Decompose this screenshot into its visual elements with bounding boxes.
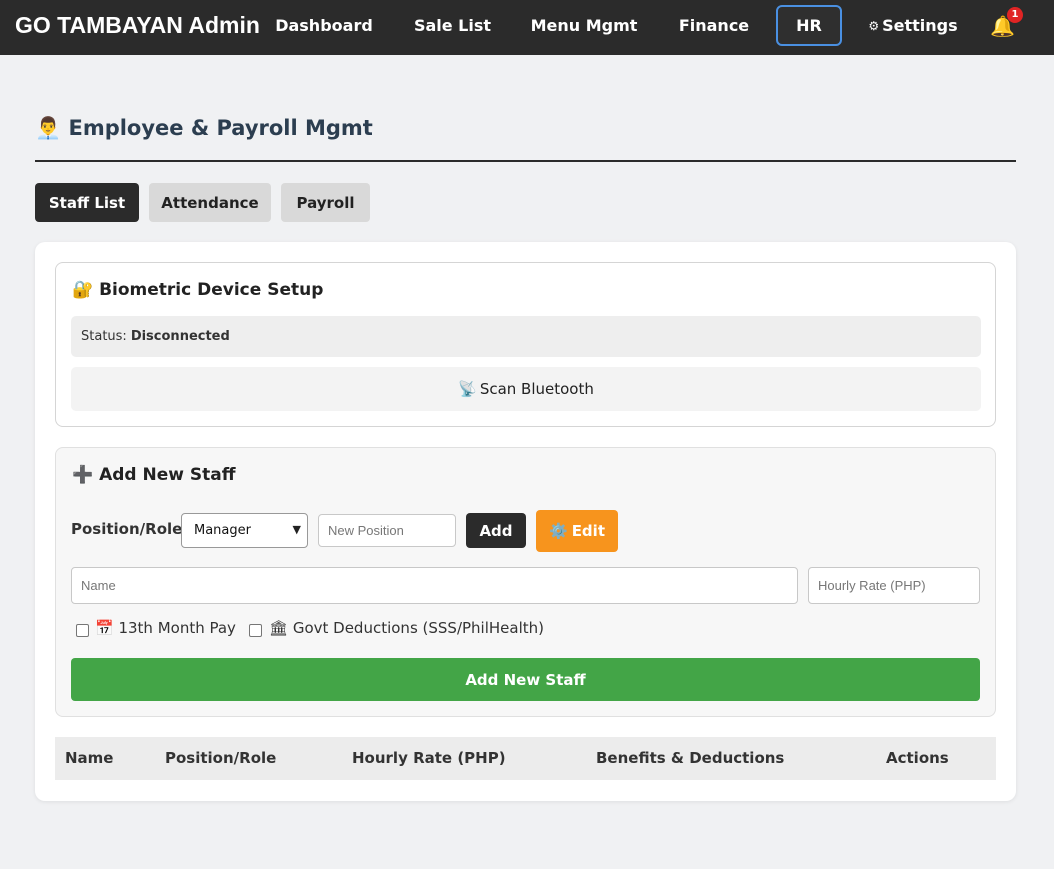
staff-card: 🔐 Biometric Device Setup Status: Disconn…	[35, 242, 1016, 801]
page-title: 👨‍💼 Employee & Payroll Mgmt	[35, 116, 373, 141]
government-building-icon: 🏛	[269, 619, 289, 637]
thirteenth-month-checkbox[interactable]	[76, 624, 89, 637]
biometric-title-text: Biometric Device Setup	[99, 280, 324, 300]
column-header-name[interactable]: Name	[65, 749, 113, 767]
nav-finance[interactable]: Finance	[670, 5, 758, 46]
column-header-hourly-rate[interactable]: Hourly Rate (PHP)	[352, 749, 506, 767]
add-position-button[interactable]: Add	[466, 513, 526, 548]
add-staff-section: ➕ Add New Staff Position/Role: Manager ▼…	[55, 447, 996, 717]
position-select[interactable]: Manager ▼	[181, 513, 308, 548]
thirteenth-month-text: 13th Month Pay	[118, 619, 236, 637]
add-staff-title-text: Add New Staff	[99, 465, 236, 485]
tab-payroll[interactable]: Payroll	[281, 183, 370, 222]
page-title-text: Employee & Payroll Mgmt	[68, 116, 373, 140]
satellite-icon: 📡	[458, 380, 477, 398]
notification-badge: 1	[1007, 7, 1023, 23]
chevron-down-icon: ▼	[292, 523, 301, 536]
lock-icon: 🔐	[72, 280, 94, 300]
staff-table-header: Name Position/Role Hourly Rate (PHP) Ben…	[55, 737, 996, 780]
notification-button[interactable]: 🔔 1	[990, 7, 1023, 42]
scan-bluetooth-button[interactable]: 📡 Scan Bluetooth	[71, 367, 981, 411]
new-position-input[interactable]: New Position	[318, 514, 456, 547]
nav-hr[interactable]: HR	[776, 5, 842, 46]
manager-icon: 👨‍💼	[35, 116, 62, 140]
edit-positions-button[interactable]: ⚙️ Edit	[536, 510, 618, 552]
add-new-staff-button[interactable]: Add New Staff	[71, 658, 980, 701]
govt-deductions-text: Govt Deductions (SSS/PhilHealth)	[292, 619, 544, 637]
status-value: Disconnected	[130, 329, 230, 344]
govt-deductions-label[interactable]: 🏛 Govt Deductions (SSS/PhilHealth)	[269, 619, 544, 637]
position-label: Position/Role:	[71, 520, 189, 538]
nav-sale-list[interactable]: Sale List	[405, 5, 500, 46]
hourly-rate-input[interactable]: Hourly Rate (PHP)	[808, 567, 980, 604]
name-input[interactable]: Name	[71, 567, 798, 604]
gear-icon: ⚙️	[549, 522, 568, 540]
nav-settings-label: Settings	[882, 16, 958, 35]
device-status: Status: Disconnected	[71, 316, 981, 357]
top-nav-bar: GO TAMBAYAN Admin Dashboard Sale List Me…	[0, 0, 1054, 55]
edit-label: Edit	[571, 522, 605, 540]
govt-deductions-checkbox[interactable]	[249, 624, 262, 637]
position-selected-value: Manager	[194, 523, 251, 538]
calendar-icon: 📅	[95, 619, 114, 637]
column-header-position[interactable]: Position/Role	[165, 749, 276, 767]
plus-icon: ➕	[72, 465, 94, 485]
biometric-title: 🔐 Biometric Device Setup	[72, 280, 323, 300]
add-staff-title: ➕ Add New Staff	[72, 465, 236, 485]
nav-settings[interactable]: ⚙ Settings	[862, 5, 964, 46]
column-header-benefits[interactable]: Benefits & Deductions	[596, 749, 784, 767]
thirteenth-month-label[interactable]: 📅 13th Month Pay	[95, 619, 236, 637]
nav-menu-mgmt[interactable]: Menu Mgmt	[528, 5, 640, 46]
biometric-section: 🔐 Biometric Device Setup Status: Disconn…	[55, 262, 996, 427]
app-title[interactable]: GO TAMBAYAN Admin	[15, 12, 260, 39]
tab-staff-list[interactable]: Staff List	[35, 183, 139, 222]
scan-bluetooth-label: Scan Bluetooth	[479, 380, 594, 398]
title-divider	[35, 160, 1016, 162]
status-label: Status:	[81, 329, 127, 344]
column-header-actions[interactable]: Actions	[886, 749, 949, 767]
tab-attendance[interactable]: Attendance	[149, 183, 271, 222]
gear-icon: ⚙	[868, 18, 880, 33]
nav-dashboard[interactable]: Dashboard	[270, 5, 378, 46]
